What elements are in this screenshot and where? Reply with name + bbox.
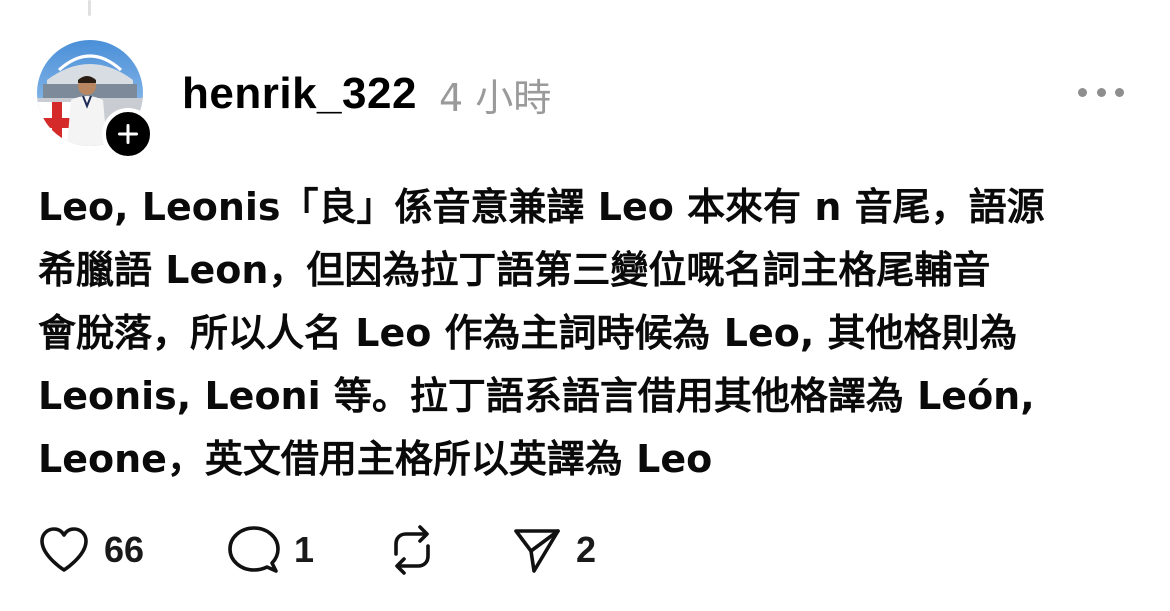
share-count: 2 xyxy=(576,529,597,570)
post-text-line: 會脫落，所以人名 Leo 作為主詞時候為 Leo, 其他格則為 xyxy=(38,311,1018,355)
reply-button[interactable]: 1 xyxy=(228,525,386,575)
like-button[interactable]: 66 xyxy=(38,526,228,574)
action-bar: 66 1 2 xyxy=(38,522,632,578)
post-text-line: Leonis, Leoni 等。拉丁語系語言借用其他格譯為 León, xyxy=(38,374,1035,418)
repost-arrows-icon xyxy=(394,525,430,575)
post-text-line: Leo, Leonis「良」係音意兼譯 Leo 本來有 n 音尾，語源 xyxy=(38,185,1045,229)
post-header: henrik_322 4 小時 xyxy=(182,66,551,122)
more-dots-icon xyxy=(1096,87,1106,97)
username[interactable]: henrik_322 xyxy=(182,69,417,119)
follow-button[interactable] xyxy=(102,108,154,160)
comment-bubble-icon xyxy=(228,526,280,573)
post-text-line: Leone，英文借用主格所以英譯為 Leo xyxy=(38,437,713,481)
send-icon xyxy=(514,529,560,573)
reply-count: 1 xyxy=(294,529,315,570)
heart-icon xyxy=(40,527,88,572)
repost-button[interactable] xyxy=(386,524,512,576)
like-count: 66 xyxy=(104,529,145,570)
post-text-line: 希臘語 Leon，但因為拉丁語第三變位嘅名詞主格尾輔音 xyxy=(38,248,991,292)
timestamp: 4 小時 xyxy=(438,75,552,120)
share-button[interactable]: 2 xyxy=(512,525,632,575)
more-dots-icon xyxy=(1115,87,1124,97)
more-dots-icon xyxy=(1078,87,1087,97)
thread-connector-line xyxy=(88,0,91,16)
plus-icon xyxy=(118,124,138,144)
more-options-button[interactable] xyxy=(1078,80,1124,104)
post-text: Leo, Leonis「良」係音意兼譯 Leo 本來有 n 音尾，語源 希臘語 … xyxy=(38,176,1148,491)
